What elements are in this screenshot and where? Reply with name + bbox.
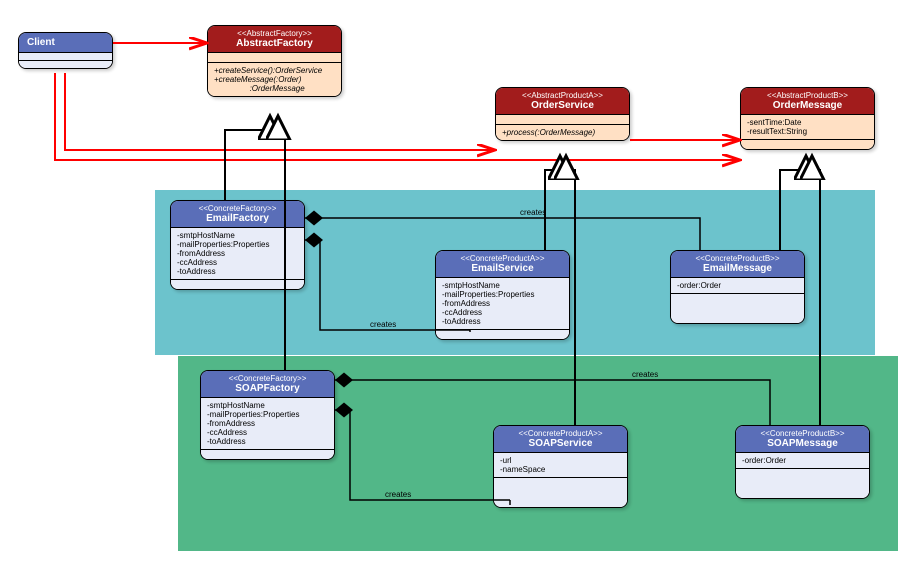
creates-label-1: creates xyxy=(520,208,546,217)
order-service-name: OrderService xyxy=(502,100,623,111)
email-service-name: EmailService xyxy=(442,263,563,274)
soap-message-name: SOAPMessage xyxy=(742,438,863,449)
soap-message-stereo: <<ConcreteProductB>> xyxy=(742,429,863,438)
creates-label-4: creates xyxy=(385,490,411,499)
soap-service-stereo: <<ConcreteProductA>> xyxy=(500,429,621,438)
creates-label-3: creates xyxy=(632,370,658,379)
order-message-stereo: <<AbstractProductB>> xyxy=(747,91,868,100)
email-message-name: EmailMessage xyxy=(677,263,798,274)
creates-label-2: creates xyxy=(370,320,396,329)
client-name: Client xyxy=(19,33,112,52)
email-factory-class: <<ConcreteFactory>> EmailFactory -smtpHo… xyxy=(170,200,305,290)
abstract-factory-stereo: <<AbstractFactory>> xyxy=(214,29,335,38)
soap-message-attrs: -order:Order xyxy=(736,452,869,468)
soap-factory-name: SOAPFactory xyxy=(207,383,328,394)
email-factory-attrs: -smtpHostName -mailProperties:Properties… xyxy=(171,227,304,279)
email-message-class: <<ConcreteProductB>> EmailMessage -order… xyxy=(670,250,805,324)
email-service-stereo: <<ConcreteProductA>> xyxy=(442,254,563,263)
order-service-ops: +process(:OrderMessage) xyxy=(496,124,629,140)
soap-message-class: <<ConcreteProductB>> SOAPMessage -order:… xyxy=(735,425,870,499)
email-message-stereo: <<ConcreteProductB>> xyxy=(677,254,798,263)
email-service-class: <<ConcreteProductA>> EmailService -smtpH… xyxy=(435,250,570,340)
soap-service-class: <<ConcreteProductA>> SOAPService -url -n… xyxy=(493,425,628,508)
soap-factory-attrs: -smtpHostName -mailProperties:Properties… xyxy=(201,397,334,449)
email-service-attrs: -smtpHostName -mailProperties:Properties… xyxy=(436,277,569,329)
abstract-factory-ops: +createService():OrderService +createMes… xyxy=(208,62,341,96)
order-message-class: <<AbstractProductB>> OrderMessage -sentT… xyxy=(740,87,875,150)
soap-service-attrs: -url -nameSpace xyxy=(494,452,627,477)
abstract-factory-name: AbstractFactory xyxy=(214,38,335,49)
soap-service-name: SOAPService xyxy=(500,438,621,449)
email-factory-name: EmailFactory xyxy=(177,213,298,224)
order-message-attrs: -sentTime:Date -resultText:String xyxy=(741,114,874,139)
soap-factory-stereo: <<ConcreteFactory>> xyxy=(207,374,328,383)
email-factory-stereo: <<ConcreteFactory>> xyxy=(177,204,298,213)
email-message-attrs: -order:Order xyxy=(671,277,804,293)
order-service-class: <<AbstractProductA>> OrderService +proce… xyxy=(495,87,630,141)
order-message-name: OrderMessage xyxy=(747,100,868,111)
soap-factory-class: <<ConcreteFactory>> SOAPFactory -smtpHos… xyxy=(200,370,335,460)
order-service-stereo: <<AbstractProductA>> xyxy=(502,91,623,100)
client-class: Client xyxy=(18,32,113,69)
abstract-factory-class: <<AbstractFactory>> AbstractFactory +cre… xyxy=(207,25,342,97)
